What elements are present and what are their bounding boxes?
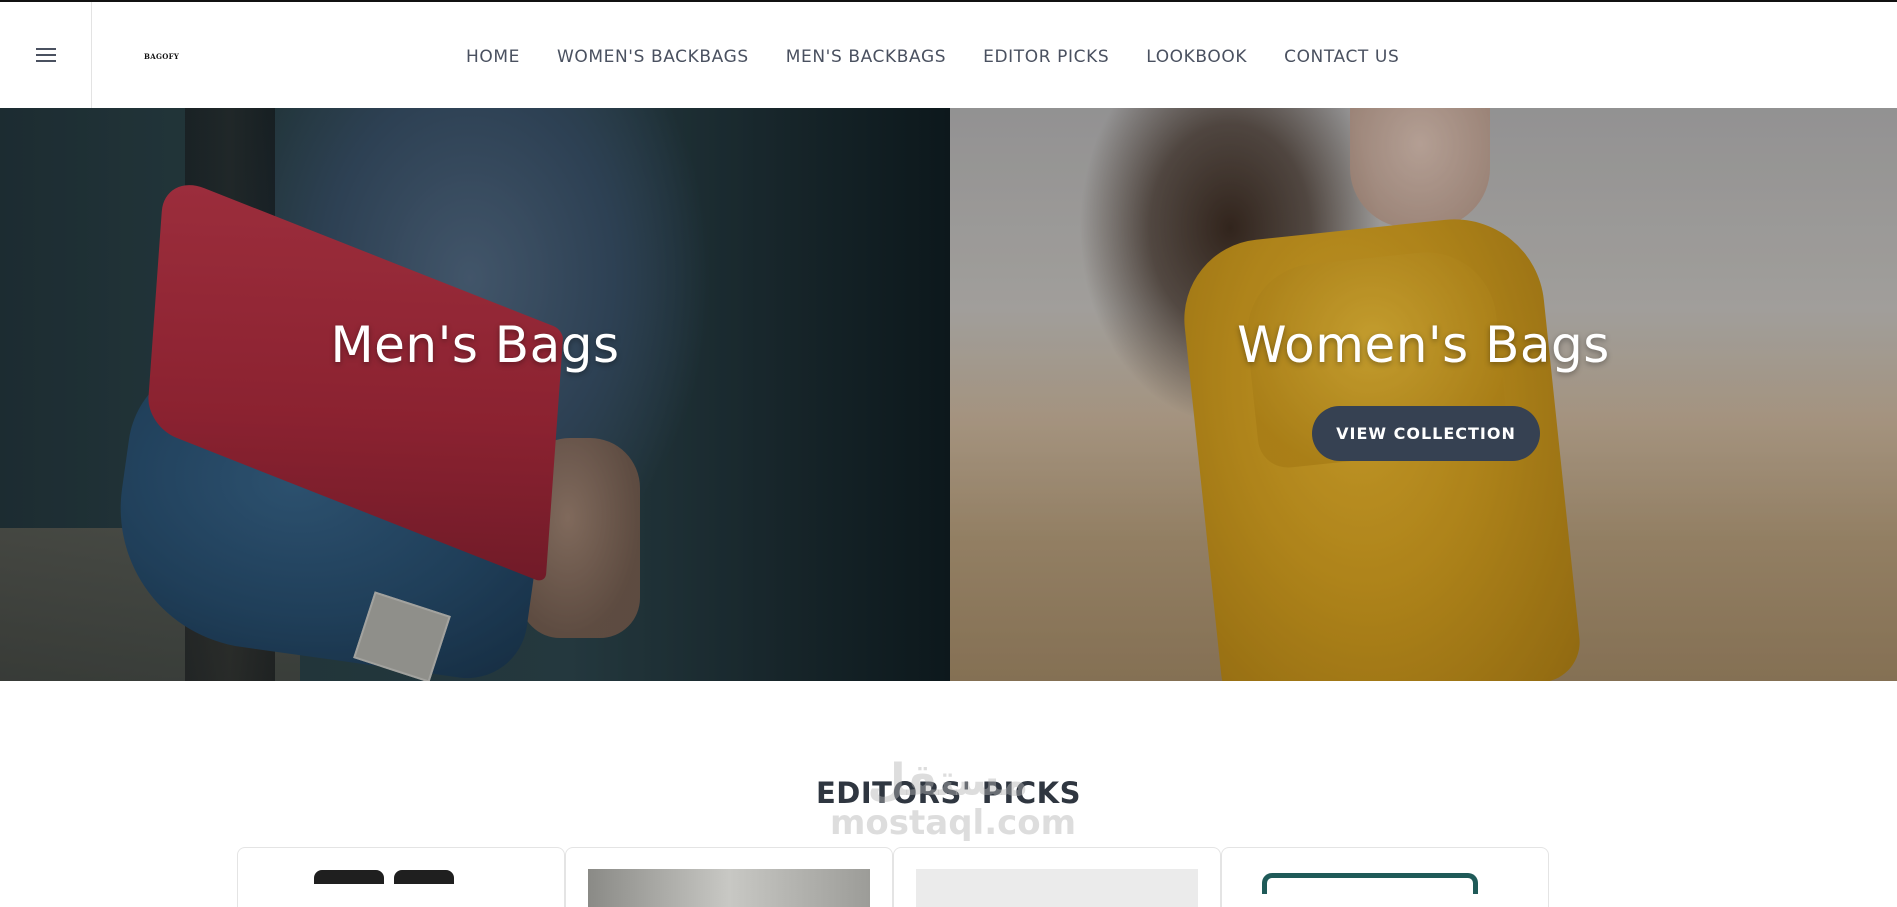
nav-editor-picks[interactable]: EDITOR PICKS	[983, 45, 1109, 69]
site-header: BAGOFY HOME WOMEN'S BACKBAGS MEN'S BACKB…	[0, 2, 1897, 108]
editors-picks-title: EDITORS' PICKS	[816, 776, 1081, 810]
womens-bags-panel[interactable]: Women's Bags VIEW COLLECTION	[950, 108, 1897, 681]
product-card[interactable]	[237, 847, 565, 907]
product-image	[916, 869, 1198, 907]
product-image	[1244, 869, 1526, 907]
hero-section: Men's Bags Women's Bags VIEW COLLECTION	[0, 108, 1897, 681]
nav-lookbook[interactable]: LOOKBOOK	[1146, 45, 1247, 69]
mens-bags-title: Men's Bags	[330, 316, 620, 374]
site-logo[interactable]: BAGOFY	[144, 52, 179, 61]
product-image	[588, 869, 870, 907]
product-image	[260, 869, 542, 907]
menu-button[interactable]	[0, 2, 92, 108]
hamburger-menu-icon	[35, 48, 56, 62]
editors-picks-grid	[237, 847, 1549, 907]
view-collection-button[interactable]: VIEW COLLECTION	[1312, 406, 1540, 461]
womens-bags-title: Women's Bags	[1237, 316, 1610, 374]
nav-home[interactable]: HOME	[466, 45, 520, 69]
nav-mens-backbags[interactable]: MEN'S BACKBAGS	[786, 45, 946, 69]
product-card[interactable]	[893, 847, 1221, 907]
nav-womens-backbags[interactable]: WOMEN'S BACKBAGS	[557, 45, 749, 69]
main-nav: HOME WOMEN'S BACKBAGS MEN'S BACKBAGS EDI…	[466, 45, 1399, 69]
product-card[interactable]	[1221, 847, 1549, 907]
nav-contact-us[interactable]: CONTACT US	[1284, 45, 1399, 69]
mens-bags-panel[interactable]: Men's Bags	[0, 108, 950, 681]
product-card[interactable]	[565, 847, 893, 907]
